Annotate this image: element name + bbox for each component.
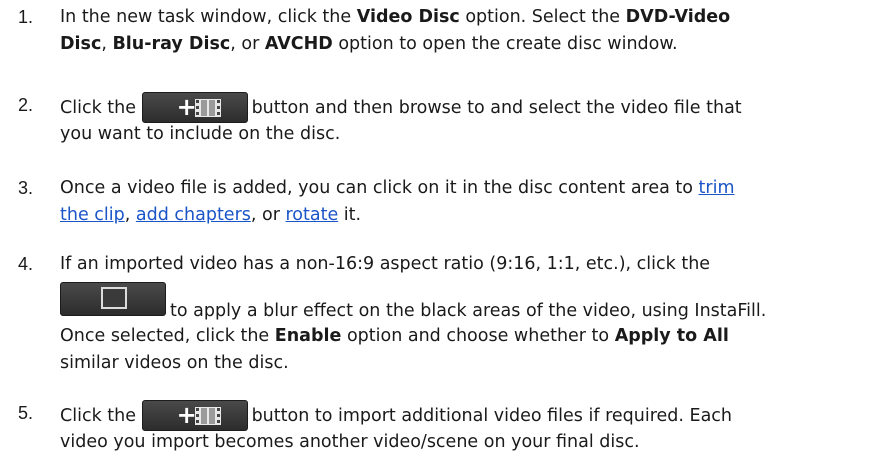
- step-text: In the new task window, click the Video …: [60, 4, 869, 58]
- text: Once selected, click the: [60, 326, 275, 346]
- bold-term: Video Disc: [356, 7, 460, 27]
- trim-the-clip-link[interactable]: the clip: [60, 205, 125, 225]
- rotate-link[interactable]: rotate: [285, 205, 338, 225]
- text: option and choose whether to: [341, 326, 615, 346]
- text: ,: [124, 205, 136, 225]
- film-strip-icon: [194, 407, 221, 425]
- text: to apply a blur effect on the black area…: [170, 301, 767, 321]
- text-line: similar videos on the disc.: [60, 350, 869, 377]
- text-line: In the new task window, click the Video …: [60, 4, 869, 31]
- text: In the new task window, click the: [60, 7, 357, 27]
- step-text: Click the + button and then browse to an…: [60, 92, 869, 148]
- text: , or: [250, 205, 286, 225]
- text: Once a video file is added, you can clic…: [60, 178, 699, 198]
- trim-link[interactable]: trim: [699, 178, 735, 198]
- text: Click the: [60, 406, 136, 426]
- bold-term: Disc: [60, 34, 102, 54]
- add-media-button[interactable]: +: [141, 400, 248, 431]
- text: ,: [101, 34, 113, 54]
- bold-term: Blu-ray Disc: [112, 34, 231, 54]
- text: button to import additional video files …: [251, 406, 733, 426]
- text: , or: [230, 34, 265, 54]
- step-number: 2.: [18, 95, 34, 115]
- text-line: video you import becomes another video/s…: [60, 429, 869, 456]
- text-line: Click the + button and then browse to an…: [60, 92, 869, 123]
- step-number: 5.: [18, 403, 34, 423]
- step-text: Once a video file is added, you can clic…: [60, 175, 869, 229]
- step-number: 3.: [18, 178, 34, 198]
- step-text: Click the + button to import additional …: [60, 400, 869, 456]
- bold-term: DVD-Video: [625, 7, 731, 27]
- text: If an imported video has a non-16:9 aspe…: [60, 254, 711, 274]
- add-media-button[interactable]: +: [141, 92, 248, 123]
- text: option to open the create disc window.: [332, 34, 678, 54]
- bold-term: Enable: [274, 326, 342, 346]
- instafill-button[interactable]: [60, 282, 166, 316]
- text-line: If an imported video has a non-16:9 aspe…: [60, 251, 869, 278]
- aspect-frame-icon: [101, 287, 127, 309]
- bold-term: AVCHD: [264, 34, 333, 54]
- text-line: the clip, add chapters, or rotate it.: [60, 202, 869, 229]
- text: button and then browse to and select the…: [251, 98, 742, 118]
- text: it.: [338, 205, 362, 225]
- text-line: Click the + button to import additional …: [60, 400, 869, 431]
- bold-term: Apply to All: [614, 326, 729, 346]
- text: option. Select the: [459, 7, 626, 27]
- text-line: to apply a blur effect on the black area…: [60, 282, 869, 329]
- text-line: Once a video file is added, you can clic…: [60, 175, 869, 202]
- text: Click the: [60, 98, 136, 118]
- text: similar videos on the disc.: [60, 353, 289, 373]
- film-strip-icon: [194, 99, 221, 117]
- text: you want to include on the disc.: [60, 124, 341, 144]
- step-number: 1.: [18, 7, 34, 27]
- step-text: If an imported video has a non-16:9 aspe…: [60, 251, 869, 377]
- text: video you import becomes another video/s…: [60, 432, 640, 452]
- text-line: Disc, Blu-ray Disc, or AVCHD option to o…: [60, 31, 869, 58]
- text-line: you want to include on the disc.: [60, 121, 869, 148]
- step-number: 4.: [18, 254, 34, 274]
- add-chapters-link[interactable]: add chapters: [136, 205, 251, 225]
